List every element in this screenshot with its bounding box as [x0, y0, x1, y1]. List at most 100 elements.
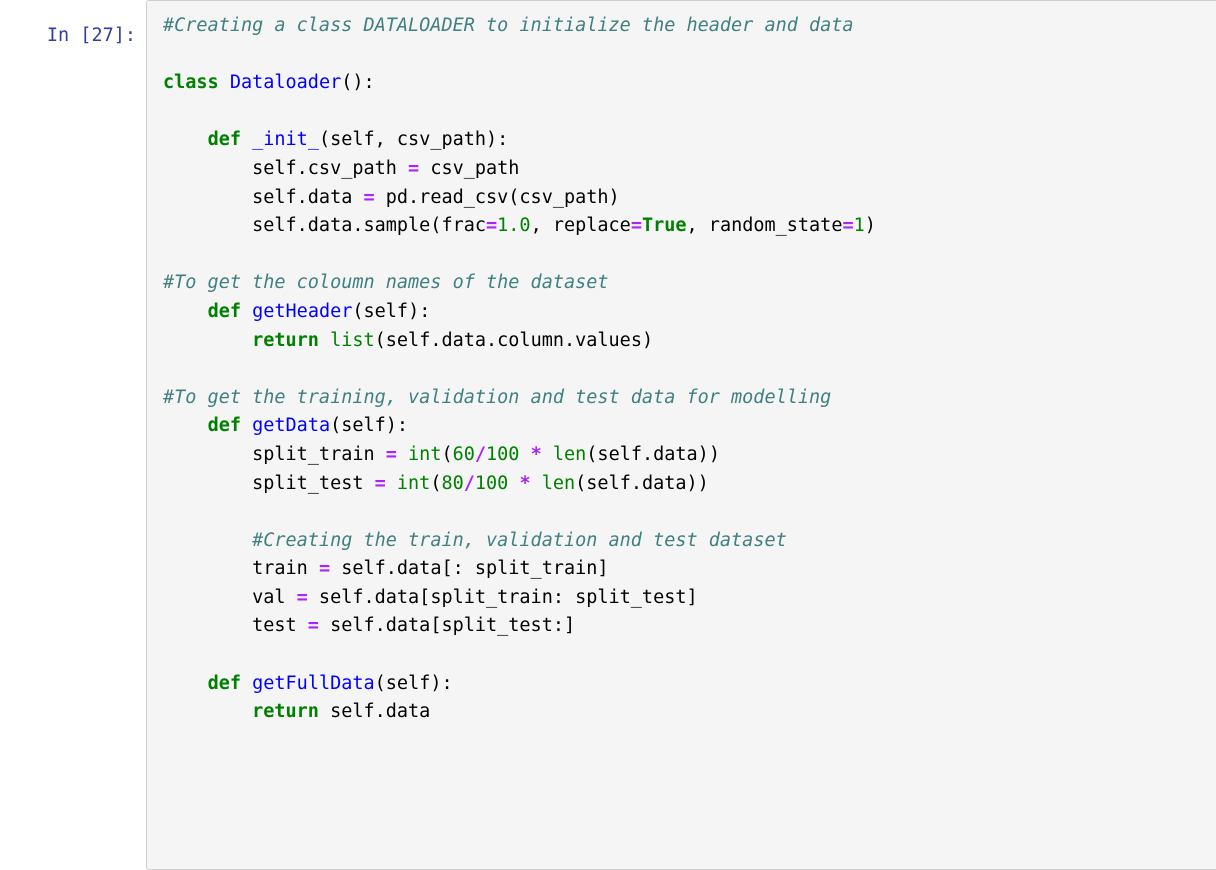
code-token-punct: (self, csv_path): [318, 129, 509, 151]
code-line: class Dataloader(): [163, 69, 1216, 98]
code-token-punct: ) [864, 215, 876, 237]
code-token-operator: = [630, 215, 642, 237]
code-line: def _init_(self, csv_path): [163, 126, 1216, 155]
notebook-page: In [27]: #Creating a class DATALOADER to… [0, 0, 1216, 870]
code-token-operator: = [408, 157, 420, 179]
code-token-operator: / [474, 443, 487, 465]
code-token-plain: , replace [530, 215, 631, 237]
code-cell[interactable]: In [27]: #Creating a class DATALOADER to… [0, 0, 1216, 870]
code-token-number: 100 [474, 472, 509, 494]
code-token-number: 80 [441, 472, 464, 494]
code-token-builtin: int [396, 472, 431, 494]
code-line: return self.data [163, 698, 1216, 727]
code-token-keyword: def [207, 672, 241, 694]
code-line: train = self.data[: split_train] [163, 555, 1216, 584]
code-line: #To get the training, validation and tes… [163, 384, 1216, 413]
code-token-keyword: def [207, 129, 241, 151]
code-line: #To get the coloumn names of the dataset [163, 269, 1216, 298]
code-token-keyword: def [207, 300, 241, 322]
code-token-keyword: return [252, 701, 319, 723]
code-token-operator: = [374, 472, 386, 494]
code-token-defname: getFullData [252, 672, 375, 694]
code-token-plain: split_test [163, 472, 375, 494]
code-token-number: 1 [853, 215, 865, 237]
code-line: #Creating the train, validation and test… [163, 527, 1216, 556]
code-line: def getHeader(self): [163, 298, 1216, 327]
code-token-operator: = [296, 586, 308, 608]
code-line: val = self.data[split_train: split_test] [163, 584, 1216, 613]
code-token-operator: * [519, 472, 531, 494]
code-token-keyword: class [163, 72, 219, 94]
code-token-keyword: def [207, 415, 241, 437]
code-token-plain: , random_state [686, 215, 843, 237]
input-prompt-gutter: In [27]: [0, 0, 146, 51]
code-token-number: 60 [452, 443, 475, 465]
code-token-defname: _init_ [252, 129, 319, 151]
code-token-plain: train [163, 558, 319, 580]
code-token-operator: / [463, 472, 475, 494]
code-token-punct: (self): [352, 300, 431, 322]
code-token-punct: (): [341, 72, 375, 94]
code-token-plain: self.data[: split_train] [330, 558, 609, 580]
code-token-plain: test [163, 615, 308, 637]
code-token-plain: pd.read_csv(csv_path) [374, 186, 620, 208]
code-token-comment: #Creating the train, validation and test… [252, 529, 787, 551]
code-token-plain: self.data [163, 186, 364, 208]
code-token-operator: = [486, 215, 498, 237]
code-line: split_test = int(80/100 * len(self.data)… [163, 470, 1216, 499]
code-line: self.data.sample(frac=1.0, replace=True,… [163, 212, 1216, 241]
code-line: def getFullData(self): [163, 670, 1216, 699]
code-source[interactable]: #Creating a class DATALOADER to initiali… [163, 12, 1216, 813]
code-token-number: 100 [486, 443, 520, 465]
code-token-builtin: list [330, 329, 375, 351]
code-token-plain: split_train [163, 443, 386, 465]
code-token-builtin: len [541, 472, 576, 494]
code-token-operator: * [530, 443, 542, 465]
code-token-operator: = [842, 215, 854, 237]
code-token-comment: #To get the coloumn names of the dataset [163, 272, 609, 294]
code-token-plain: self.data[split_test:] [318, 615, 576, 637]
code-line: self.csv_path = csv_path [163, 155, 1216, 184]
code-token-operator: = [363, 186, 375, 208]
code-token-plain: csv_path [419, 157, 520, 179]
code-token-punct: ( [430, 472, 442, 494]
code-editor-area[interactable]: #Creating a class DATALOADER to initiali… [146, 0, 1216, 870]
code-token-punct: (self): [374, 672, 453, 694]
code-token-keyword: True [641, 215, 687, 237]
code-token-comment: #Creating a class DATALOADER to initiali… [163, 15, 854, 36]
code-line: return list(self.data.column.values) [163, 327, 1216, 356]
code-token-classname: Dataloader [229, 72, 342, 94]
code-token-defname: getHeader [252, 300, 353, 322]
code-token-builtin: len [552, 443, 587, 465]
input-prompt-label: In [27]: [46, 25, 136, 46]
code-token-operator: = [318, 558, 331, 580]
code-token-number: 1.0 [497, 215, 531, 237]
code-token-keyword: return [252, 329, 319, 351]
code-token-punct: ( [441, 443, 453, 465]
code-token-punct: (self.data.column.values) [374, 329, 654, 351]
code-line: #Creating a class DATALOADER to initiali… [163, 12, 1216, 41]
code-token-builtin: int [408, 443, 442, 465]
code-token-punct: (self): [330, 415, 409, 437]
code-token-plain: self.data [318, 701, 431, 723]
